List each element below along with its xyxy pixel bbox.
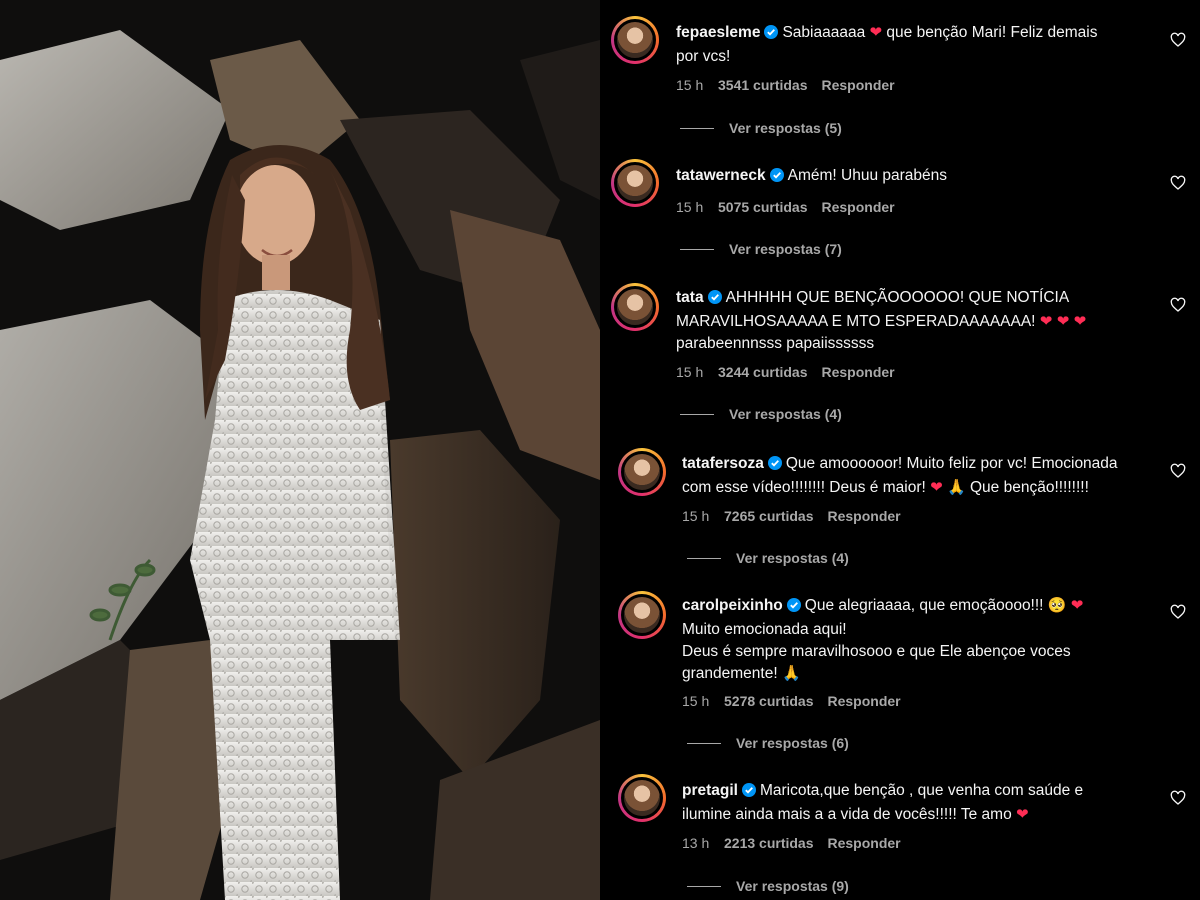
comment-text: pretagil Maricota,que benção , que venha … (682, 780, 1127, 826)
reply-button[interactable]: Responder (828, 835, 901, 851)
comment-meta: 13 h 2213 curtidas Responder (682, 835, 901, 851)
comment-line: Muito emocionada aqui! (682, 621, 847, 638)
likes-count[interactable]: 2213 curtidas (724, 835, 814, 851)
comment-line: com esse vídeo!!!!!!!! Deus é maior! ❤ 🙏… (682, 479, 1089, 496)
heart-outline-icon[interactable] (1170, 463, 1186, 479)
comment-time: 15 h (676, 364, 704, 380)
heart-outline-icon[interactable] (1170, 175, 1186, 191)
view-replies-label: Ver respostas (9) (736, 878, 849, 894)
view-replies-button[interactable]: Ver respostas (7) (680, 241, 842, 257)
heart-outline-icon[interactable] (1170, 790, 1186, 806)
comments-panel: fepaesleme Sabiaaaaaa ❤ que benção Mari! … (600, 0, 1200, 900)
likes-count[interactable]: 3244 curtidas (718, 364, 808, 380)
red-heart-emoji: ❤ (1039, 313, 1053, 330)
reply-button[interactable]: Responder (822, 364, 895, 380)
comment-line: ilumine ainda mais a a vida de vocês!!!!… (682, 806, 1029, 823)
divider-line (680, 127, 714, 129)
comment-line: AHHHHH QUE BENÇÃOOOOOO! QUE NOTÍCIA (725, 289, 1070, 306)
view-replies-label: Ver respostas (7) (729, 241, 842, 257)
comment-line: Que alegriaaaa, que emoçãoooo!!! 🥺 ❤ (804, 597, 1084, 614)
comment-line: MARAVILHOSAAAAA E MTO ESPERADAAAAAAA! ❤ … (676, 313, 1087, 330)
likes-count[interactable]: 5075 curtidas (718, 199, 808, 215)
comment-time: 15 h (676, 199, 704, 215)
comment-line: Sabiaaaaaa ❤ que benção Mari! Feliz dema… (782, 24, 1098, 41)
reply-button[interactable]: Responder (828, 508, 901, 524)
comment-line: Deus é sempre maravilhosooo e que Ele ab… (682, 643, 1071, 660)
comment-time: 13 h (682, 835, 710, 851)
view-replies-label: Ver respostas (6) (736, 735, 849, 751)
divider-line (687, 742, 721, 744)
photo-illustration (0, 0, 600, 900)
red-heart-emoji: ❤ (930, 479, 943, 496)
view-replies-button[interactable]: Ver respostas (5) (680, 120, 842, 136)
comment-text: carolpeixinho Que alegriaaaa, que emoçãoo… (682, 595, 1127, 685)
avatar[interactable] (618, 448, 666, 496)
reply-button[interactable]: Responder (822, 199, 895, 215)
verified-badge-icon (741, 782, 756, 804)
likes-count[interactable]: 5278 curtidas (724, 693, 814, 709)
comment-meta: 15 h 3541 curtidas Responder (676, 77, 895, 93)
view-replies-button[interactable]: Ver respostas (6) (687, 735, 849, 751)
red-heart-emoji: ❤ (1070, 597, 1084, 614)
username[interactable]: tatafersoza (682, 455, 764, 472)
comment-line: Que amoooooor! Muito feliz por vc! Emoci… (785, 455, 1118, 472)
comment-line: Amém! Uhuu parabéns (787, 167, 947, 184)
comment-text: tata AHHHHH QUE BENÇÃOOOOOO! QUE NOTÍCIA … (676, 287, 1121, 355)
verified-badge-icon (764, 24, 779, 46)
comment-meta: 15 h 7265 curtidas Responder (682, 508, 901, 524)
reply-button[interactable]: Responder (828, 693, 901, 709)
username[interactable]: tatawerneck (676, 167, 766, 184)
view-replies-button[interactable]: Ver respostas (4) (687, 550, 849, 566)
verified-badge-icon (767, 455, 782, 477)
comment-time: 15 h (682, 693, 710, 709)
comment-meta: 15 h 3244 curtidas Responder (676, 364, 895, 380)
crying-face-emoji: 🥺 (1047, 597, 1067, 614)
avatar[interactable] (618, 774, 666, 822)
post-photo (0, 0, 600, 900)
divider-line (680, 248, 714, 250)
praying-hands-emoji: 🙏 (947, 479, 966, 496)
red-heart-emoji: ❤ (869, 24, 883, 41)
comment-line: grandemente! 🙏 (682, 665, 801, 682)
heart-outline-icon[interactable] (1170, 297, 1186, 313)
likes-count[interactable]: 3541 curtidas (718, 77, 808, 93)
comment-time: 15 h (682, 508, 710, 524)
username[interactable]: pretagil (682, 782, 738, 799)
avatar[interactable] (611, 159, 659, 207)
verified-badge-icon (707, 289, 722, 311)
avatar[interactable] (618, 591, 666, 639)
avatar[interactable] (611, 16, 659, 64)
comment-meta: 15 h 5278 curtidas Responder (682, 693, 901, 709)
red-heart-emoji: ❤ (1073, 313, 1087, 330)
username[interactable]: tata (676, 289, 704, 306)
view-replies-label: Ver respostas (4) (729, 406, 842, 422)
divider-line (687, 557, 721, 559)
heart-outline-icon[interactable] (1170, 604, 1186, 620)
username[interactable]: fepaesleme (676, 24, 760, 41)
comment-line: Maricota,que benção , que venha com saúd… (759, 782, 1084, 799)
avatar[interactable] (611, 283, 659, 331)
comment-text: tatafersoza Que amoooooor! Muito feliz po… (682, 453, 1127, 499)
likes-count[interactable]: 7265 curtidas (724, 508, 814, 524)
verified-badge-icon (786, 597, 801, 619)
comment-text: fepaesleme Sabiaaaaaa ❤ que benção Mari! … (676, 22, 1121, 68)
view-replies-label: Ver respostas (5) (729, 120, 842, 136)
view-replies-button[interactable]: Ver respostas (9) (687, 878, 849, 894)
reply-button[interactable]: Responder (822, 77, 895, 93)
heart-outline-icon[interactable] (1170, 32, 1186, 48)
divider-line (687, 885, 721, 887)
red-heart-emoji: ❤ (1056, 313, 1070, 330)
username[interactable]: carolpeixinho (682, 597, 783, 614)
comment-meta: 15 h 5075 curtidas Responder (676, 199, 895, 215)
divider-line (680, 413, 714, 415)
verified-badge-icon (769, 167, 784, 189)
comment-text: tatawerneck Amém! Uhuu parabéns (676, 165, 1121, 189)
comment-line: parabeennnsss papaiissssss (676, 335, 875, 352)
comment-line: por vcs! (676, 48, 731, 65)
comment-time: 15 h (676, 77, 704, 93)
praying-hands-emoji: 🙏 (781, 665, 801, 682)
view-replies-label: Ver respostas (4) (736, 550, 849, 566)
red-heart-emoji: ❤ (1016, 806, 1029, 823)
view-replies-button[interactable]: Ver respostas (4) (680, 406, 842, 422)
